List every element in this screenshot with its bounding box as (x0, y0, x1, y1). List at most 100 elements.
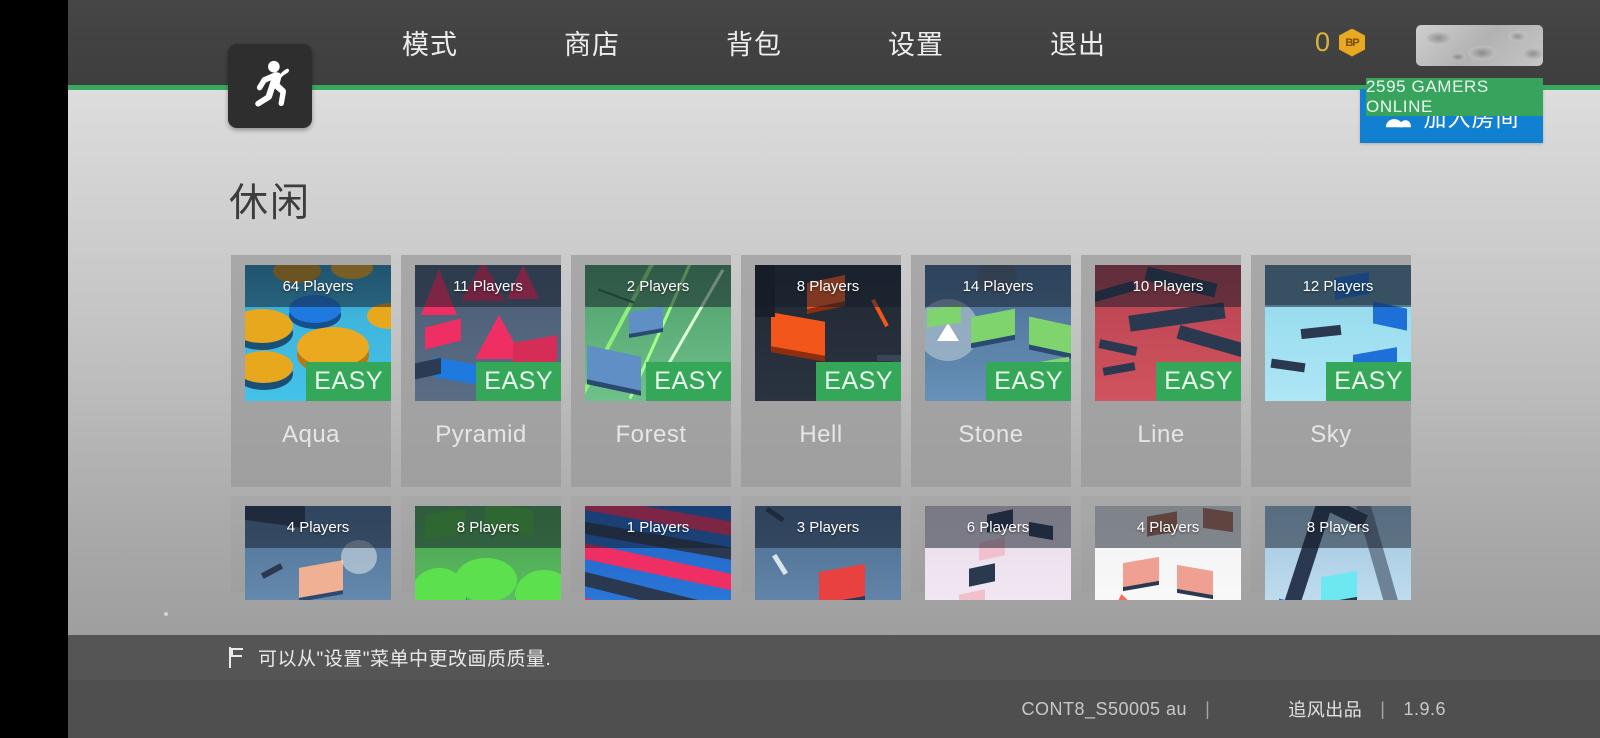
difficulty-badge: EASY (1156, 362, 1241, 401)
nav-item-shop[interactable]: 商店 (554, 23, 630, 62)
map-thumbnail: 14 Players EASY (925, 265, 1071, 401)
player-count-label: 8 Players (456, 518, 520, 536)
map-card[interactable]: 1 Players (571, 496, 731, 600)
footer-separator-1: | (1205, 698, 1211, 719)
player-count-band: 64 Players (245, 265, 391, 307)
map-card[interactable]: 3 Players (741, 496, 901, 600)
player-count-band: 14 Players (925, 265, 1071, 307)
player-count-label: 64 Players (282, 277, 354, 295)
map-card[interactable]: 12 Players EASY Sky (1251, 255, 1411, 487)
player-count-band: 8 Players (755, 265, 901, 307)
map-thumbnail: 3 Players (755, 506, 901, 600)
player-count-band: 8 Players (415, 506, 561, 548)
difficulty-label: EASY (1334, 367, 1403, 395)
map-card[interactable]: 11 Players EASY Pyramid (401, 255, 561, 487)
map-name: Hell (799, 421, 843, 448)
nav-item-backpack[interactable]: 背包 (716, 23, 792, 62)
main-nav: 模式 商店 背包 设置 退出 (368, 0, 1116, 85)
map-card[interactable]: 8 Players (1251, 496, 1411, 600)
map-card[interactable]: 8 Players EASY Hell (741, 255, 901, 487)
difficulty-label: EASY (824, 367, 893, 395)
footer-build-id: CONT8_S50005 au (1021, 698, 1188, 719)
player-count-label: 12 Players (1302, 277, 1374, 295)
avatar[interactable] (1416, 25, 1543, 66)
running-man-icon (255, 60, 290, 107)
player-count-band: 2 Players (585, 265, 731, 307)
difficulty-label: EASY (314, 367, 383, 395)
player-count-label: 2 Players (626, 277, 690, 295)
nav-item-settings[interactable]: 设置 (878, 23, 954, 62)
player-count-band: 11 Players (415, 265, 561, 307)
map-thumbnail: 6 Players (925, 506, 1071, 600)
currency-amount: 0 (1314, 27, 1330, 57)
map-card[interactable]: 14 Players EASY Stone (911, 255, 1071, 487)
map-thumbnail: 4 Players (1095, 506, 1241, 600)
player-count-label: 8 Players (796, 277, 860, 295)
player-count-label: 4 Players (286, 518, 350, 536)
player-count-label: 11 Players (453, 277, 523, 295)
hint-text: 可以从"设置"菜单中更改画质质量. (258, 649, 552, 670)
bp-coin-label: BP (1345, 36, 1359, 49)
map-thumbnail: 64 Players EASY (245, 265, 391, 401)
map-name: Stone (958, 421, 1024, 448)
map-grid-row-2: 4 Players 8 Players 1 Players 3 Players 6 Pl… (231, 496, 1411, 600)
player-count-label: 14 Players (962, 277, 1034, 295)
footer-version: 1.9.6 (1403, 698, 1446, 719)
map-card[interactable]: 6 Players (911, 496, 1071, 600)
device-notch-bar (0, 0, 68, 738)
map-card[interactable]: 10 Players EASY Line (1081, 255, 1241, 487)
nav-item-mode[interactable]: 模式 (392, 23, 468, 62)
map-card[interactable]: 8 Players (401, 496, 561, 600)
map-thumbnail: 4 Players (245, 506, 391, 600)
difficulty-label: EASY (654, 367, 723, 395)
player-count-label: 1 Players (626, 518, 690, 536)
map-grid[interactable]: 64 Players EASY Aqua 11 Players EASY Pyramid 2… (231, 255, 1411, 600)
page-title: 休闲 (229, 182, 312, 225)
map-thumbnail: 2 Players EASY (585, 265, 731, 401)
player-count-band: 6 Players (925, 506, 1071, 548)
flag-icon (229, 647, 243, 668)
map-name: Sky (1310, 421, 1352, 448)
map-name: Line (1137, 421, 1185, 448)
map-name: Forest (615, 421, 687, 448)
difficulty-label: EASY (1164, 367, 1233, 395)
difficulty-badge: EASY (1326, 362, 1411, 401)
map-card[interactable]: 2 Players EASY Forest (571, 255, 731, 487)
map-thumbnail: 8 Players (415, 506, 561, 600)
footer-brand: 追风出品 (1288, 700, 1363, 720)
app-viewport: 模式 商店 背包 设置 退出 0 BP 2595 GAMERS ONLINE 休闲 (68, 0, 1600, 738)
footer-bar: CONT8_S50005 au | 追风出品 | 1.9.6 (68, 680, 1600, 738)
map-thumbnail: 1 Players (585, 506, 731, 600)
player-count-label: 8 Players (1306, 518, 1370, 536)
nav-item-exit[interactable]: 退出 (1040, 23, 1116, 62)
difficulty-badge: EASY (986, 362, 1071, 401)
difficulty-badge: EASY (306, 362, 391, 401)
map-card[interactable]: 64 Players EASY Aqua (231, 255, 391, 487)
player-count-label: 3 Players (796, 518, 860, 536)
player-count-label: 6 Players (966, 518, 1030, 536)
online-count-badge: 2595 GAMERS ONLINE (1366, 77, 1543, 116)
player-count-label: 4 Players (1136, 518, 1200, 536)
decorative-dot (164, 612, 168, 616)
player-count-label: 10 Players (1132, 277, 1204, 295)
map-thumbnail: 12 Players EASY (1265, 265, 1411, 401)
screen-root: 模式 商店 背包 设置 退出 0 BP 2595 GAMERS ONLINE 休闲 (0, 0, 1600, 738)
currency-display[interactable]: 0 BP (1315, 27, 1365, 58)
map-card[interactable]: 4 Players (1081, 496, 1241, 600)
map-name: Pyramid (435, 421, 527, 448)
online-count-label: 2595 GAMERS ONLINE (1366, 77, 1489, 116)
map-name: Aqua (281, 421, 341, 448)
game-logo[interactable] (228, 44, 312, 128)
map-thumbnail: 8 Players EASY (755, 265, 901, 401)
player-count-band: 3 Players (755, 506, 901, 548)
player-count-band: 4 Players (245, 506, 391, 548)
bp-coin-icon: BP (1339, 28, 1365, 57)
player-count-band: 10 Players (1095, 265, 1241, 307)
map-thumbnail: 11 Players EASY (415, 265, 561, 401)
difficulty-badge: EASY (816, 362, 901, 401)
hint-bar: 可以从"设置"菜单中更改画质质量. (68, 635, 1600, 680)
map-grid-row-1: 64 Players EASY Aqua 11 Players EASY Pyramid 2… (231, 255, 1411, 487)
difficulty-label: EASY (994, 367, 1063, 395)
player-count-band: 1 Players (585, 506, 731, 548)
map-card[interactable]: 4 Players (231, 496, 391, 600)
